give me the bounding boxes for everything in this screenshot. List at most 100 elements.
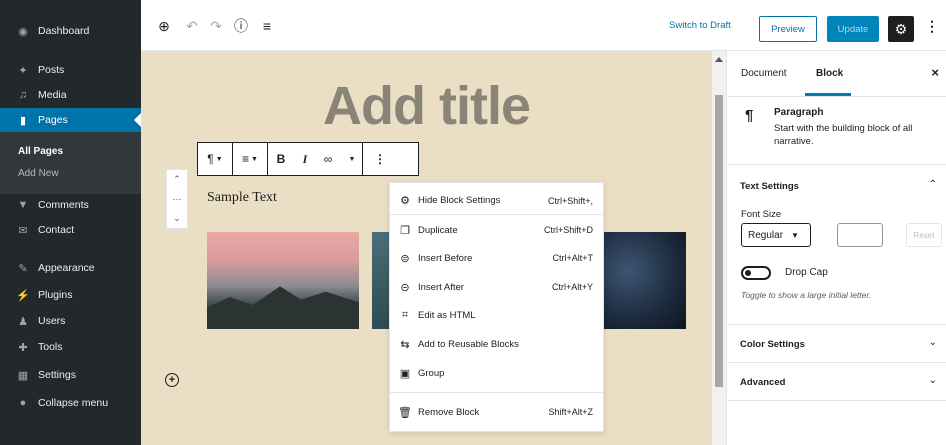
tab-block[interactable]: Block (816, 68, 843, 79)
menu-item-label: Insert Before (418, 252, 473, 264)
menu-duplicate[interactable]: ❐ Duplicate Ctrl+Shift+D (390, 216, 603, 244)
menu-item-appearance[interactable]: ✎ Appearance (0, 256, 141, 280)
list-view-icon[interactable]: ≡ (257, 16, 277, 36)
link-icon[interactable]: ∞ (316, 143, 340, 175)
chevron-down-icon: ▼ (251, 155, 258, 163)
menu-insert-after[interactable]: ⊝ Insert After Ctrl+Alt+Y (390, 273, 603, 301)
block-mover: ⌃ ⋯ ⌄ (166, 169, 188, 229)
html-icon: ⌗ (401, 308, 409, 321)
scroll-thumb[interactable] (715, 95, 723, 387)
duplicate-icon: ❐ (400, 224, 410, 237)
bold-button[interactable]: B (268, 143, 294, 175)
paragraph-icon: ¶ (745, 107, 754, 124)
menu-item-label: Remove Block (418, 406, 480, 418)
menu-collapse[interactable]: ● Collapse menu (0, 391, 141, 415)
menu-label: Tools (38, 341, 63, 353)
menu-label: Posts (38, 64, 65, 76)
move-up-icon[interactable]: ⌃ (173, 174, 181, 185)
menu-item-comments[interactable]: ▼ Comments (0, 193, 141, 217)
menu-item-dashboard[interactable]: ◉ Dashboard (0, 19, 141, 43)
chevron-down-icon: ▼ (348, 155, 356, 163)
undo-icon[interactable]: ↶ (182, 16, 202, 36)
redo-icon[interactable]: ↷ (206, 16, 226, 36)
gallery-image[interactable] (372, 232, 390, 329)
submenu-add-new[interactable]: Add New (0, 168, 141, 179)
menu-item-settings[interactable]: ▦ Settings (0, 363, 141, 387)
info-icon[interactable]: ⓘ (231, 16, 251, 36)
preview-button[interactable]: Preview (759, 16, 817, 42)
shortcut: Ctrl+Alt+Y (551, 282, 593, 292)
switch-to-draft-link[interactable]: Switch to Draft (669, 20, 731, 31)
menu-item-users[interactable]: ♟ Users (0, 309, 141, 333)
drag-handle-icon[interactable]: ⋯ (173, 194, 182, 205)
menu-hide-block-settings[interactable]: ⚙ Hide Block Settings Ctrl+Shift+, (390, 187, 603, 215)
group-icon: ▣ (399, 367, 411, 380)
shortcut: Shift+Alt+Z (548, 407, 593, 417)
menu-divider (390, 392, 603, 393)
custom-font-size-input[interactable] (837, 223, 883, 247)
menu-label: Media (38, 89, 67, 101)
color-settings-title: Color Settings (740, 339, 805, 350)
menu-item-pages[interactable]: ▮ Pages (0, 108, 141, 132)
block-more-options-icon[interactable]: ⋮ (363, 143, 397, 175)
paragraph-block[interactable]: Sample Text (207, 190, 277, 206)
menu-group[interactable]: ▣ Group (390, 359, 603, 387)
active-arrow (134, 113, 141, 127)
drop-cap-toggle[interactable] (741, 266, 771, 280)
more-formatting-button[interactable]: ▼ (340, 143, 362, 175)
gallery-image[interactable] (604, 232, 686, 329)
chevron-up-icon[interactable]: ⌃ (929, 179, 937, 190)
menu-insert-before[interactable]: ⊜ Insert Before Ctrl+Alt+T (390, 244, 603, 272)
menu-label: Users (38, 315, 66, 327)
update-button[interactable]: Update (827, 16, 879, 42)
insert-after-icon: ⊝ (400, 281, 410, 294)
advanced-panel[interactable]: Advanced ⌄ (727, 363, 946, 401)
menu-item-contact[interactable]: ✉ Contact (0, 218, 141, 242)
add-block-icon[interactable]: + (165, 373, 179, 387)
add-block-icon[interactable]: ⊕ (154, 16, 174, 36)
menu-item-posts[interactable]: ✦ Posts (0, 58, 141, 82)
font-size-reset-button[interactable]: Reset (906, 223, 942, 247)
color-settings-panel[interactable]: Color Settings ⌄ (727, 325, 946, 363)
menu-item-plugins[interactable]: ⚡ Plugins (0, 283, 141, 307)
block-toolbar: ¶ ▼ ≡ ▼ B I ∞ ▼ ⋮ (197, 142, 419, 176)
menu-label: Comments (38, 199, 89, 211)
user-icon: ♟ (18, 315, 28, 328)
menu-add-to-reusable[interactable]: ⇆ Add to Reusable Blocks (390, 330, 603, 358)
submenu-all-pages[interactable]: All Pages (0, 146, 141, 157)
close-icon[interactable]: × (931, 65, 939, 80)
sidebar-tabs: Document Block × (727, 51, 946, 97)
font-size-select[interactable]: Regular ▼ (741, 223, 811, 247)
menu-label: Plugins (38, 289, 73, 301)
media-icon: ♫ (18, 89, 28, 101)
paragraph-icon: ¶ (207, 152, 214, 166)
chevron-down-icon: ⌄ (928, 375, 937, 386)
text-settings-title[interactable]: Text Settings (740, 181, 799, 192)
menu-label: Appearance (38, 262, 95, 274)
block-type-button[interactable]: ¶ ▼ (198, 143, 232, 175)
comment-icon: ▼ (17, 199, 29, 211)
settings-toggle-button[interactable]: ⚙ (888, 16, 914, 42)
trash-icon: 🗑 (398, 406, 412, 419)
scroll-up-arrow[interactable] (715, 57, 723, 62)
menu-remove-block[interactable]: 🗑 Remove Block Shift+Alt+Z (390, 398, 603, 426)
move-down-icon[interactable]: ⌄ (173, 213, 181, 224)
menu-item-tools[interactable]: ✚ Tools (0, 335, 141, 359)
menu-edit-as-html[interactable]: ⌗ Edit as HTML (390, 301, 603, 329)
shortcut: Ctrl+Shift+, (547, 195, 593, 206)
collapse-icon: ● (19, 397, 27, 409)
align-button[interactable]: ≡ ▼ (233, 143, 267, 175)
italic-button[interactable]: I (294, 143, 316, 175)
menu-item-media[interactable]: ♫ Media (0, 83, 141, 107)
tab-document[interactable]: Document (741, 68, 787, 79)
menu-item-label: Hide Block Settings (418, 195, 501, 206)
block-card-title: Paragraph (774, 107, 824, 118)
editor-scrollbar[interactable] (712, 51, 726, 445)
pages-submenu (0, 132, 141, 194)
dashboard-icon: ◉ (18, 25, 28, 38)
more-menu-icon[interactable]: ⋮ (925, 18, 939, 35)
reusable-icon: ⇆ (400, 338, 410, 351)
post-title-input[interactable]: Add title (141, 75, 712, 137)
gallery-image[interactable] (207, 232, 359, 329)
font-size-value: Regular (748, 229, 784, 241)
